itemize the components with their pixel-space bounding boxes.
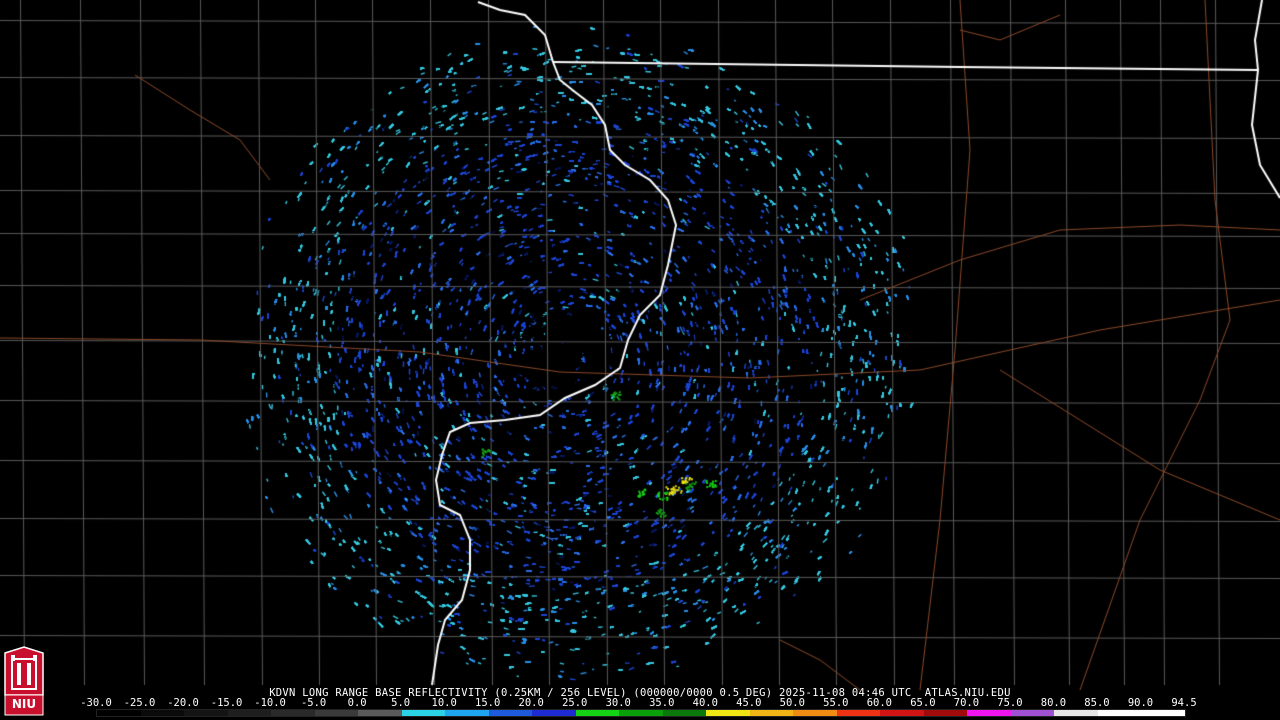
colorbar-segment <box>1141 710 1185 716</box>
colorbar-segment <box>227 710 272 716</box>
colorbar-segment <box>793 710 837 716</box>
scale-label: -10.0 <box>254 697 286 709</box>
scale-label: 40.0 <box>692 697 718 709</box>
colorbar-segment <box>445 710 489 716</box>
colorbar-segment <box>619 710 663 716</box>
scale-label: -30.0 <box>80 697 112 709</box>
colorbar-segment <box>1097 710 1142 716</box>
scale-label: -20.0 <box>167 697 199 709</box>
scale-label: 85.0 <box>1084 697 1110 709</box>
scale-label: 25.0 <box>562 697 588 709</box>
scale-label: -15.0 <box>210 697 243 709</box>
reflectivity-colorbar <box>96 709 1186 717</box>
scale-label: 94.5 <box>1171 697 1197 709</box>
scale-label: 0.0 <box>347 697 367 709</box>
scale-label: 70.0 <box>953 697 980 709</box>
colorbar-segment <box>140 710 185 716</box>
logo-label: NIU <box>11 697 37 711</box>
scale-label: 80.0 <box>1040 697 1067 709</box>
scale-label: 30.0 <box>605 697 631 709</box>
colorbar-segment <box>575 710 620 716</box>
scale-label: 15.0 <box>475 697 501 709</box>
colorbar-segment <box>532 710 576 716</box>
colorbar-segment <box>836 710 881 716</box>
scale-label: 55.0 <box>823 697 849 709</box>
scale-label: 90.0 <box>1127 697 1154 709</box>
colorbar-segment <box>358 710 402 716</box>
scale-label: 5.0 <box>391 697 411 709</box>
colorbar-segment <box>923 710 968 716</box>
colorbar-segment <box>314 710 359 716</box>
colorbar-segment <box>967 710 1011 716</box>
scale-label: 10.0 <box>431 697 457 709</box>
colorbar-segment <box>749 710 794 716</box>
scale-label: 60.0 <box>866 697 893 709</box>
scale-label: 35.0 <box>649 697 675 709</box>
scale-label: 45.0 <box>736 697 762 709</box>
colorbar-segment <box>401 710 446 716</box>
scale-label: 75.0 <box>997 697 1023 709</box>
colorbar-segment <box>488 710 533 716</box>
scale-label: -25.0 <box>123 697 156 709</box>
scale-label: 20.0 <box>518 697 544 709</box>
colorbar-segment <box>271 710 315 716</box>
colorbar-segment <box>1010 710 1055 716</box>
colorbar-segment <box>1054 710 1098 716</box>
colorbar-segment <box>97 710 141 716</box>
scale-label: 65.0 <box>910 697 936 709</box>
scale-labels: -30.0 -25.0 -20.0 -15.0 -10.0 -5.0 0.0 5.0 10.0 1… <box>80 697 1197 709</box>
radar-map <box>0 0 1280 720</box>
colorbar-segment <box>184 710 228 716</box>
colorbar-segment <box>706 710 750 716</box>
colorbar-segment <box>662 710 707 716</box>
scale-label: -5.0 <box>300 697 327 709</box>
scale-label: 50.0 <box>779 697 805 709</box>
colorbar-segment <box>880 710 924 716</box>
